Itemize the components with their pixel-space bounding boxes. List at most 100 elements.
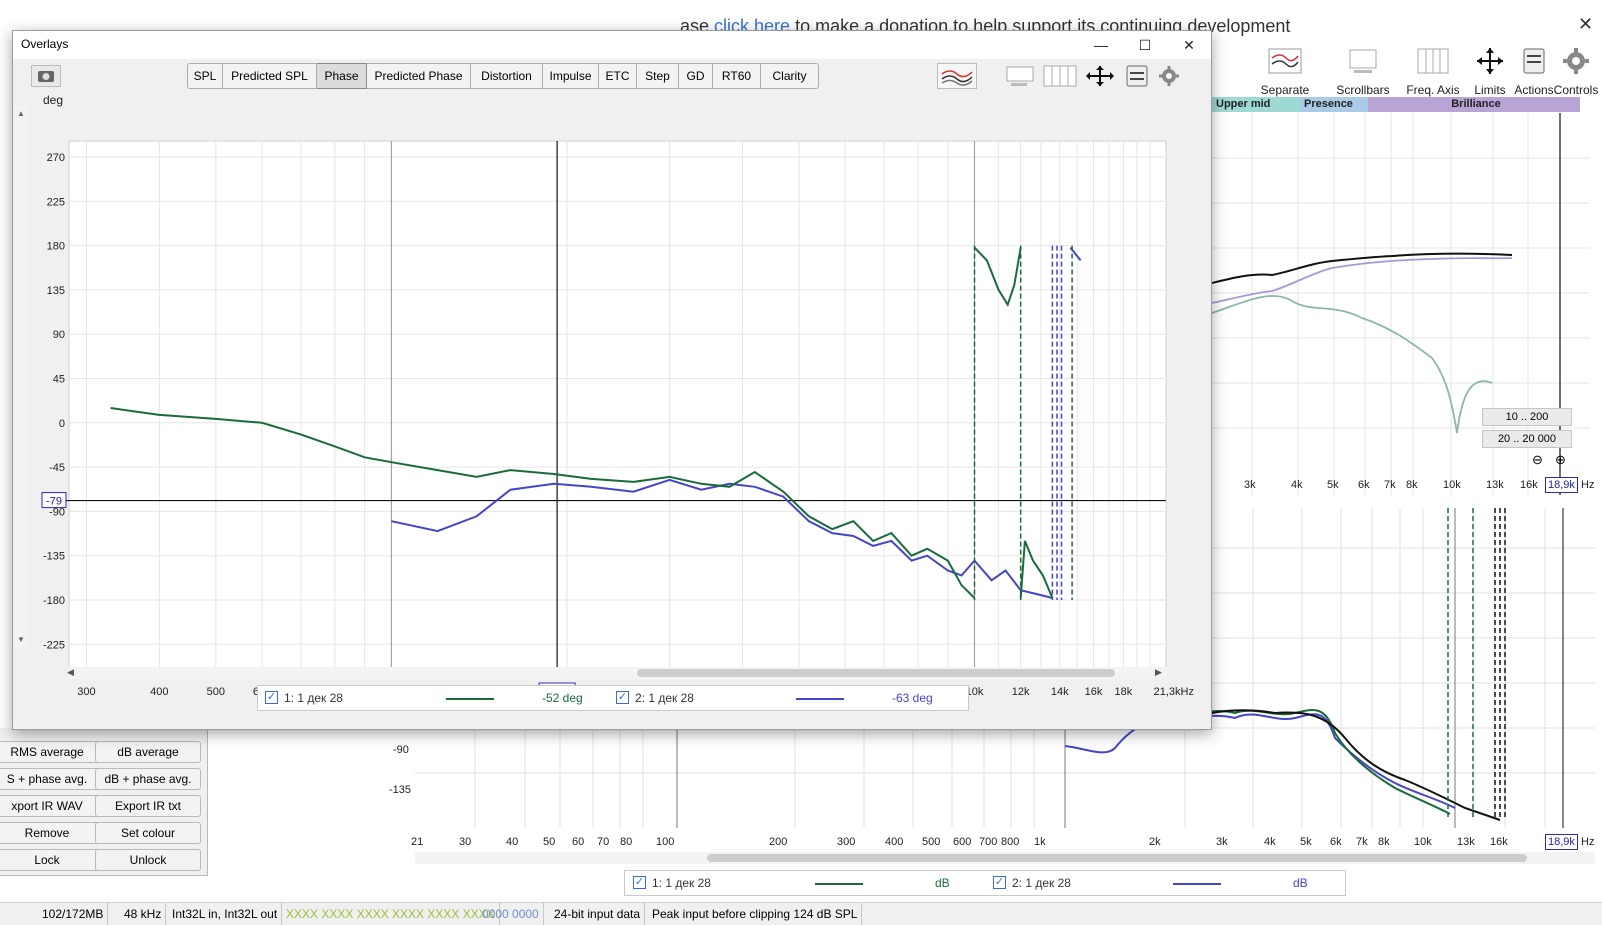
- status-input-meters: XXXX XXXX XXXX XXXX XXXX XXXX: [282, 903, 500, 925]
- tab-predicted-spl[interactable]: Predicted SPL: [223, 63, 317, 89]
- band-upper-mid: Upper mid: [1212, 97, 1300, 112]
- maximize-icon[interactable]: ☐: [1123, 31, 1167, 59]
- lower-x-tick: 6k: [1330, 836, 1342, 848]
- band-brilliance: Brilliance: [1368, 97, 1580, 112]
- upper-x-tick: 8k: [1406, 479, 1418, 491]
- separate-traces-icon: [1268, 48, 1302, 74]
- limits-icon: [1086, 66, 1114, 86]
- limits-icon: [1477, 48, 1503, 74]
- tab-spl[interactable]: SPL: [187, 63, 223, 89]
- tab-predicted-phase[interactable]: Predicted Phase: [367, 63, 471, 89]
- lower-x-tick: 2k: [1149, 836, 1161, 848]
- lower-x-tick: 70: [597, 836, 610, 848]
- status-peak-input: Peak input before clipping 124 dB SPL: [648, 903, 863, 925]
- remove-button[interactable]: Remove: [0, 822, 100, 844]
- x-scrollbar-thumb[interactable]: [637, 669, 1115, 677]
- upper-x-tick: 16k: [1520, 479, 1538, 491]
- legend-checkbox[interactable]: ✓: [993, 876, 1006, 889]
- scrollbars-toggle[interactable]: [1003, 65, 1037, 87]
- tab-impulse[interactable]: Impulse: [543, 63, 599, 89]
- y-tick-label: 90: [53, 329, 65, 341]
- scrollbars-button[interactable]: Scrollbars: [1328, 46, 1398, 97]
- lower-x-tick: 16k: [1490, 836, 1508, 848]
- range-box-upper[interactable]: 10 .. 200: [1482, 408, 1572, 426]
- tab-gd[interactable]: GD: [679, 63, 713, 89]
- legend-label: 2: 1 дек 28: [635, 691, 694, 705]
- separate-button[interactable]: Separate: [1250, 46, 1320, 97]
- limits-toggle[interactable]: [1083, 65, 1117, 87]
- scroll-right-icon[interactable]: ▶: [1155, 667, 1162, 678]
- dialog-title: Overlays: [21, 37, 69, 51]
- minimize-icon[interactable]: —: [1079, 31, 1123, 59]
- db-phase-avg-button[interactable]: dB + phase avg.: [95, 768, 201, 790]
- legend-swatch: [1173, 883, 1221, 885]
- scrollbars-icon: [1349, 49, 1377, 73]
- status-output-meters: 0000 0000: [478, 903, 544, 925]
- controls-toggle[interactable]: [1155, 65, 1183, 87]
- freq-axis-toggle[interactable]: [1043, 65, 1077, 87]
- legend-label: 1: 1 дек 28: [284, 691, 343, 705]
- scroll-left-icon[interactable]: ◀: [67, 667, 74, 678]
- tab-distortion[interactable]: Distortion: [471, 63, 543, 89]
- status-input-bits: 24-bit input data: [550, 903, 646, 925]
- y-tick-label: 0: [59, 418, 65, 430]
- x-axis-end-label: 21,3kHz: [1154, 686, 1194, 698]
- status-memory: 102/172MB: [38, 903, 109, 925]
- db-average-button[interactable]: dB average: [95, 741, 201, 763]
- tab-etc[interactable]: ETC: [599, 63, 637, 89]
- export-ir-wav-button[interactable]: xport IR WAV: [0, 795, 100, 817]
- lower-x-tick: 600: [953, 836, 972, 848]
- rms-average-button[interactable]: RMS average: [0, 741, 100, 763]
- y-tick-label: -90: [49, 506, 65, 518]
- set-colour-button[interactable]: Set colour: [95, 822, 201, 844]
- desktop: ase click here to make a donation to hel…: [0, 0, 1602, 925]
- gear-icon: [1159, 66, 1179, 86]
- lower-scrollbar[interactable]: [415, 852, 1595, 864]
- lower-x-tick: 1k: [1034, 836, 1046, 848]
- x-scrollbar[interactable]: ◀ ▶: [67, 667, 1167, 679]
- range-box-lower[interactable]: 20 .. 20 000: [1482, 430, 1572, 448]
- lock-button[interactable]: Lock: [0, 849, 100, 871]
- unlock-button[interactable]: Unlock: [95, 849, 201, 871]
- status-bar: 102/172MB 48 kHz Int32L in, Int32L out X…: [0, 902, 1602, 925]
- close-icon[interactable]: ✕: [1167, 31, 1211, 59]
- legend-checkbox[interactable]: ✓: [633, 876, 646, 889]
- cursor-y-readout: -79: [46, 496, 62, 508]
- phase-chart[interactable]: 270 225 180 135 90 45 0 -45 -90 -135 -180 -225 300 40…: [13, 101, 1211, 721]
- x-tick-label: 16k: [1085, 686, 1103, 698]
- lower-y-tick: -135: [389, 784, 412, 796]
- lower-x-tick: 100: [656, 836, 675, 848]
- actions-icon: [1126, 65, 1148, 87]
- freq-axis-button[interactable]: Freq. Axis: [1398, 46, 1468, 97]
- tab-clarity[interactable]: Clarity: [761, 63, 819, 89]
- zoom-out-icon[interactable]: ⊖: [1532, 452, 1543, 468]
- screenshot-button[interactable]: [31, 65, 61, 87]
- y-tick-label: 45: [53, 374, 65, 386]
- close-main-icon[interactable]: ✕: [1578, 14, 1593, 35]
- dialog-title-bar[interactable]: [13, 31, 1211, 59]
- status-sample-rate: 48 kHz: [120, 903, 167, 925]
- lower-x-tick: 300: [837, 836, 856, 848]
- tab-phase[interactable]: Phase: [317, 63, 367, 89]
- tab-step[interactable]: Step: [637, 63, 679, 89]
- upper-x-tick: 13k: [1486, 479, 1504, 491]
- zoom-in-icon[interactable]: ⊕: [1555, 452, 1566, 468]
- x-tick-label: 12k: [1012, 686, 1030, 698]
- actions-icon: [1523, 48, 1545, 74]
- lower-x-tick: 10k: [1414, 836, 1432, 848]
- separate-traces-button[interactable]: [937, 63, 977, 89]
- camera-icon: [38, 71, 54, 82]
- legend-checkbox[interactable]: ✓: [616, 691, 629, 704]
- legend-checkbox[interactable]: ✓: [265, 691, 278, 704]
- rms-phase-avg-button[interactable]: S + phase avg.: [0, 768, 100, 790]
- upper-x-tick: 6k: [1358, 479, 1370, 491]
- scrollbars-icon: [1006, 66, 1034, 86]
- export-ir-txt-button[interactable]: Export IR txt: [95, 795, 201, 817]
- y-tick-label: -45: [49, 462, 65, 474]
- controls-button[interactable]: Controls: [1548, 46, 1602, 97]
- legend-value: dB: [935, 876, 950, 890]
- tab-rt60[interactable]: RT60: [713, 63, 761, 89]
- lower-scrollbar-thumb[interactable]: [707, 854, 1527, 862]
- actions-toggle[interactable]: [1123, 65, 1151, 87]
- gear-icon: [1563, 48, 1589, 74]
